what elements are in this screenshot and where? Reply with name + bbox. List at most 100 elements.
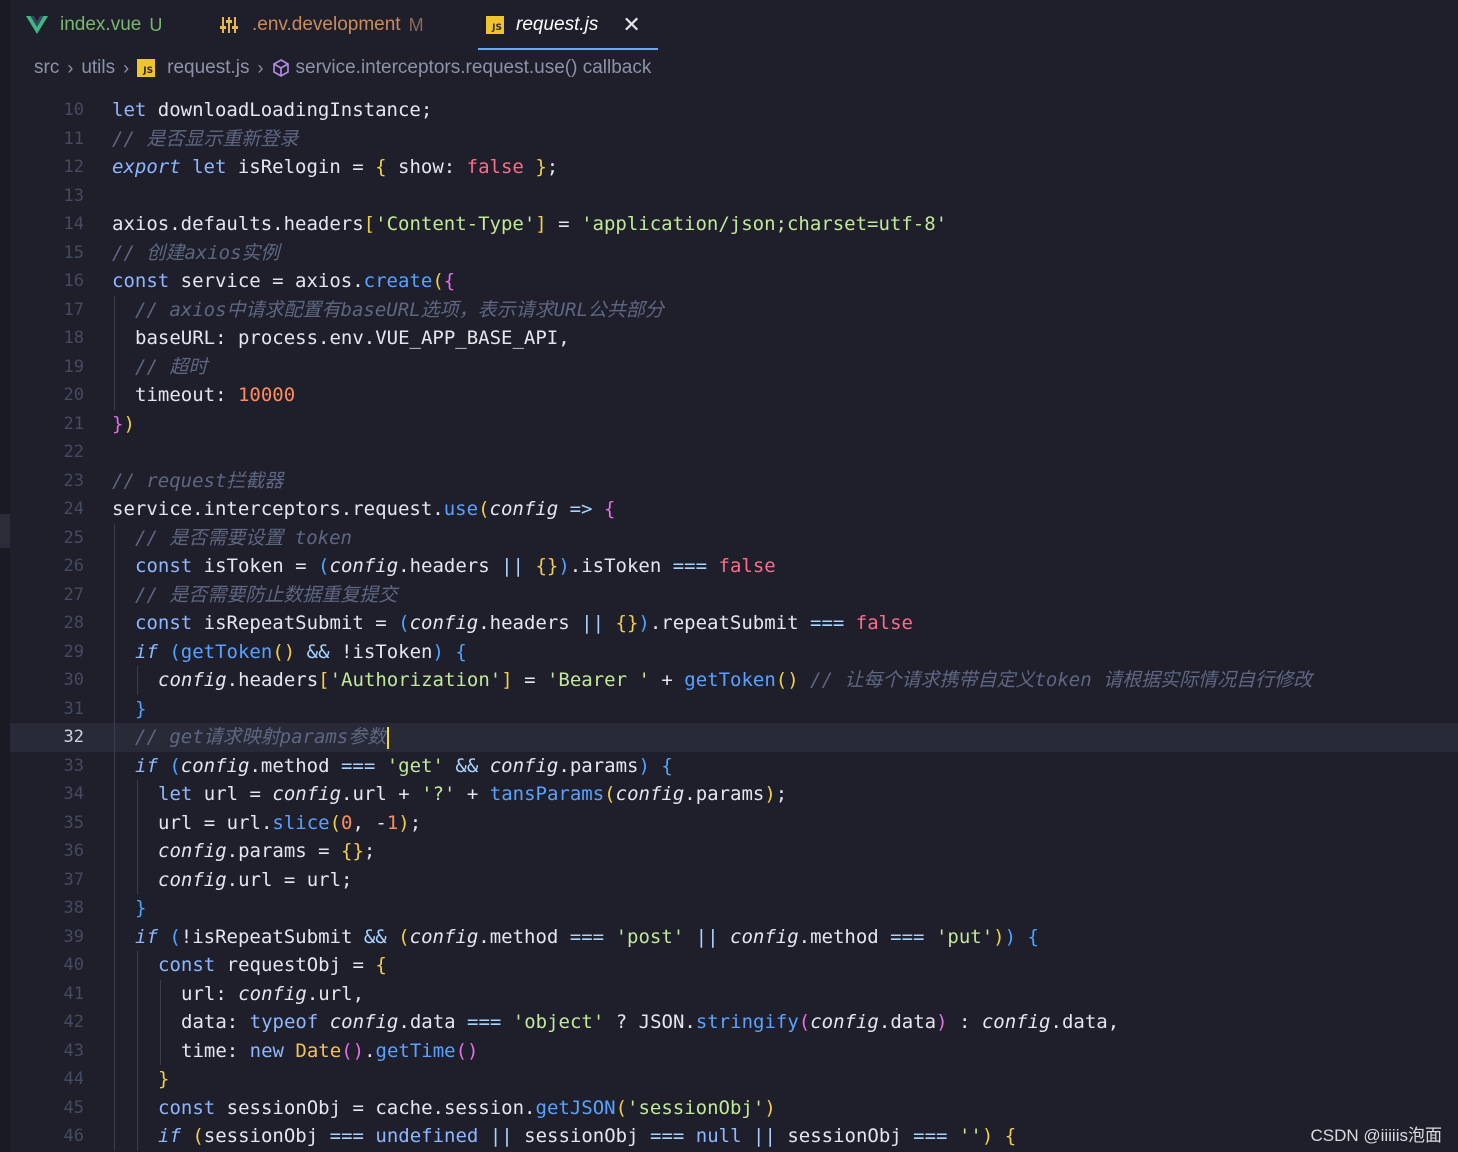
line-number: 39 <box>63 926 84 947</box>
code-text[interactable]: // axios中请求配置有baseURL选项，表示请求URL公共部分 <box>112 296 1458 325</box>
code-text[interactable]: const sessionObj = cache.session.getJSON… <box>112 1094 1458 1123</box>
breadcrumb-item-symbol[interactable]: service.interceptors.request.use() callb… <box>296 57 652 79</box>
tab-status-badge: U <box>149 14 163 35</box>
code-line[interactable]: 11 // 是否显示重新登录 <box>10 125 1458 154</box>
code-text[interactable]: if (!isRepeatSubmit && (config.method ==… <box>112 923 1458 952</box>
code-line[interactable]: 22 <box>10 438 1458 467</box>
code-text[interactable]: const requestObj = { <box>112 951 1458 980</box>
code-text[interactable]: config.headers['Authorization'] = 'Beare… <box>112 666 1458 695</box>
code-text[interactable]: service.interceptors.request.use(config … <box>112 495 1458 524</box>
code-line[interactable]: 29 if (getToken() && !isToken) { <box>10 637 1458 667</box>
code-line[interactable]: 30 config.headers['Authorization'] = 'Bea… <box>10 666 1458 695</box>
code-text[interactable]: // 是否需要防止数据重复提交 <box>112 581 1458 610</box>
code-text[interactable]: // get请求映射params参数 <box>112 723 1458 752</box>
code-text[interactable]: axios.defaults.headers['Content-Type'] =… <box>112 210 1458 239</box>
line-number: 13 <box>63 185 84 206</box>
code-text[interactable]: }) <box>112 410 1458 439</box>
line-number: 25 <box>63 527 84 548</box>
code-line[interactable]: 37 config.url = url; <box>10 865 1458 895</box>
line-number: 30 <box>63 670 84 690</box>
tab-status-badge: M <box>408 14 424 35</box>
code-line[interactable]: 39 if (!isRepeatSubmit && (config.method … <box>10 922 1458 952</box>
code-line[interactable]: 33 if (config.method === 'get' && config.… <box>10 751 1458 781</box>
code-text[interactable]: } <box>112 894 1458 923</box>
code-line[interactable]: 17 // axios中请求配置有baseURL选项，表示请求URL公共部分 <box>10 295 1458 325</box>
code-line[interactable]: 45 const sessionObj = cache.session.getJS… <box>10 1093 1458 1123</box>
code-line[interactable]: 36 config.params = {}; <box>10 837 1458 866</box>
code-text[interactable]: config.params = {}; <box>112 837 1458 866</box>
code-line[interactable]: 24 service.interceptors.request.use(confi… <box>10 495 1458 524</box>
code-text[interactable]: let downloadLoadingInstance; <box>112 96 1458 125</box>
code-text[interactable]: config.url = url; <box>112 866 1458 895</box>
line-number: 44 <box>63 1069 84 1089</box>
code-line[interactable]: 10 let downloadLoadingInstance; <box>10 96 1458 125</box>
code-line[interactable]: 18 baseURL: process.env.VUE_APP_BASE_API, <box>10 324 1458 353</box>
code-line[interactable]: 34 let url = config.url + '?' + tansParam… <box>10 780 1458 809</box>
line-number: 22 <box>63 442 84 462</box>
code-line[interactable]: 32 // get请求映射params参数 <box>10 723 1458 752</box>
code-line[interactable]: 38} <box>10 894 1458 923</box>
code-text[interactable]: const service = axios.create({ <box>112 267 1458 296</box>
code-line[interactable]: 31} <box>10 694 1458 724</box>
breadcrumb-item-src[interactable]: src <box>34 57 59 79</box>
code-line[interactable]: 14 axios.defaults.headers['Content-Type']… <box>10 210 1458 239</box>
close-icon[interactable]: ✕ <box>622 14 640 36</box>
code-line[interactable]: 46 if (sessionObj === undefined || sessio… <box>10 1122 1458 1151</box>
line-number: 14 <box>63 214 84 234</box>
code-line[interactable]: 13 <box>10 182 1458 211</box>
code-line[interactable]: 35 url = url.slice(0, -1); <box>10 808 1458 838</box>
line-number: 46 <box>63 1126 84 1146</box>
code-text[interactable]: url: config.url, <box>112 980 1458 1009</box>
code-text[interactable]: if (getToken() && !isToken) { <box>112 638 1458 667</box>
code-text[interactable]: // 是否显示重新登录 <box>112 125 1458 154</box>
code-text[interactable]: if (config.method === 'get' && config.pa… <box>112 752 1458 781</box>
code-line[interactable]: 26 const isToken = (config.headers || {})… <box>10 552 1458 581</box>
code-text[interactable]: baseURL: process.env.VUE_APP_BASE_API, <box>112 324 1458 353</box>
code-text[interactable]: // request拦截器 <box>112 467 1458 496</box>
chevron-right-icon: › <box>257 57 264 78</box>
code-line[interactable]: 15 // 创建axios实例 <box>10 239 1458 268</box>
code-line[interactable]: 16 const service = axios.create({ <box>10 267 1458 296</box>
line-number: 41 <box>63 983 84 1004</box>
code-line[interactable]: 12 export let isRelogin = { show: false }… <box>10 153 1458 182</box>
code-editor[interactable]: 10 let downloadLoadingInstance; 11 // 是否显示重… <box>10 96 1458 1152</box>
code-line[interactable]: 42 data: typeof config.data === 'object' … <box>10 1008 1458 1037</box>
code-text[interactable]: // 超时 <box>112 353 1458 382</box>
code-line[interactable]: 23 // request拦截器 <box>10 467 1458 496</box>
tab-env-development[interactable]: .env.development M <box>220 0 424 50</box>
code-text[interactable]: url = url.slice(0, -1); <box>112 809 1458 838</box>
code-line[interactable]: 41 url: config.url, <box>10 979 1458 1009</box>
code-text[interactable]: // 是否需要设置 token <box>112 524 1458 553</box>
code-line[interactable]: 20 timeout: 10000 <box>10 381 1458 410</box>
line-number: 12 <box>63 157 84 177</box>
method-cube-icon <box>272 59 289 77</box>
code-line[interactable]: 27 // 是否需要防止数据重复提交 <box>10 580 1458 610</box>
code-text[interactable]: timeout: 10000 <box>112 381 1458 410</box>
code-line[interactable]: 43 time: new Date().getTime() <box>10 1036 1458 1066</box>
code-line[interactable]: 44} <box>10 1065 1458 1094</box>
code-text[interactable]: const isToken = (config.headers || {}).i… <box>112 552 1458 581</box>
line-number: 18 <box>63 328 84 348</box>
breadcrumb-item-file[interactable]: request.js <box>167 57 249 79</box>
code-text[interactable]: const isRepeatSubmit = (config.headers |… <box>112 609 1458 638</box>
code-line[interactable]: 28 const isRepeatSubmit = (config.headers… <box>10 609 1458 638</box>
code-text[interactable]: export let isRelogin = { show: false }; <box>112 153 1458 182</box>
code-text[interactable]: // 创建axios实例 <box>112 239 1458 268</box>
line-number: 37 <box>63 869 84 890</box>
code-text[interactable]: } <box>112 695 1458 724</box>
code-text[interactable]: let url = config.url + '?' + tansParams(… <box>112 780 1458 809</box>
code-text[interactable]: time: new Date().getTime() <box>112 1037 1458 1066</box>
code-line[interactable]: 40 const requestObj = { <box>10 951 1458 980</box>
code-text[interactable]: } <box>112 1065 1458 1094</box>
breadcrumb-item-utils[interactable]: utils <box>81 57 115 79</box>
line-number: 11 <box>63 128 84 149</box>
vue-icon <box>26 16 48 34</box>
code-line[interactable]: 21}) <box>10 410 1458 439</box>
line-number: 23 <box>63 470 84 491</box>
code-line[interactable]: 25 // 是否需要设置 token <box>10 523 1458 553</box>
tab-index-vue[interactable]: index.vue U <box>26 0 162 50</box>
tab-request-js[interactable]: JS request.js ✕ <box>486 0 641 50</box>
code-text[interactable]: data: typeof config.data === 'object' ? … <box>112 1008 1458 1037</box>
code-text[interactable]: if (sessionObj === undefined || sessionO… <box>112 1122 1458 1151</box>
code-line[interactable]: 19 // 超时 <box>10 352 1458 382</box>
